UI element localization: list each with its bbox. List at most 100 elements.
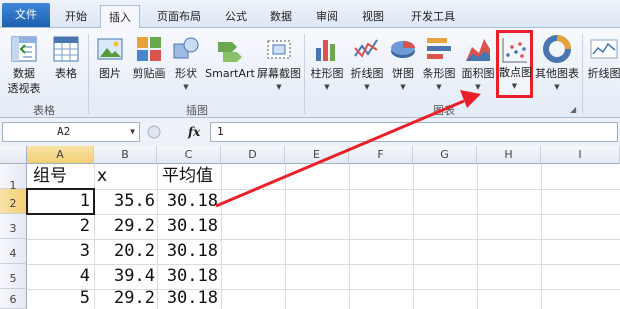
column-chart-icon [316,40,335,61]
area-chart-icon [466,39,490,61]
area-chart-label: 面积图 [461,67,495,80]
scatter-chart-label: 散点图 [499,66,532,79]
bar-chart-icon [427,38,451,59]
column-header-d[interactable]: D [221,146,285,164]
screenshot-button[interactable]: 屏幕截图 ▼ [256,32,302,98]
chevron-down-icon: ▼ [276,83,282,91]
pie-chart-button[interactable]: 饼图 ▼ [388,32,418,98]
grid-line [157,164,158,309]
cell-c2[interactable]: 30.18 [167,189,218,214]
picture-button[interactable]: 图片 [92,32,128,98]
chevron-down-icon: ▼ [475,83,481,91]
group-charts-label: 图表 [433,104,455,117]
tab-data[interactable]: 数据 [262,5,300,28]
bar-chart-label: 条形图 [422,67,456,80]
row-header-6[interactable]: 6 [0,289,27,309]
formula-bar: A2 ▼ fx 1 [0,118,620,146]
cell-a1[interactable]: 组号 [33,164,67,189]
column-header-c[interactable]: C [157,146,221,164]
tab-home[interactable]: 开始 [56,5,96,28]
row-header-2[interactable]: 2 [0,189,27,214]
other-charts-label: 其他图表 [535,67,579,80]
chevron-down-icon: ▼ [364,83,370,91]
cell-c6[interactable]: 30.18 [167,286,218,309]
column-header-h[interactable]: H [477,146,541,164]
cell-a4[interactable]: 3 [80,239,90,264]
column-chart-label: 柱形图 [310,67,344,80]
picture-label: 图片 [99,67,121,80]
tab-file[interactable]: 文件 [2,3,50,27]
name-box[interactable]: A2 ▼ [2,122,140,142]
cell-b6[interactable]: 29.2 [114,286,155,309]
pivot-table-button[interactable]: 数据 透视表 [4,32,44,98]
pivot-table-label: 数据 [13,67,35,80]
cell-b2[interactable]: 35.6 [114,189,155,214]
bar-chart-button[interactable]: 条形图 ▼ [420,32,458,98]
table-icon [53,36,79,62]
cell-a6[interactable]: 5 [80,286,90,309]
other-charts-button[interactable]: 其他图表 ▼ [534,32,580,98]
area-chart-button[interactable]: 面积图 ▼ [460,32,496,98]
group-separator [304,34,305,114]
ribbon-tab-bar: 文件 开始 插入 页面布局 公式 数据 审阅 视图 开发工具 [0,0,620,29]
formula-bar-handle-icon[interactable] [146,124,162,140]
chevron-down-icon[interactable]: ▼ [130,123,135,141]
tab-formulas[interactable]: 公式 [218,5,254,28]
row-header-4[interactable]: 4 [0,239,27,264]
tab-view[interactable]: 视图 [354,5,392,28]
tab-insert[interactable]: 插入 [100,5,140,29]
grid-line [477,164,478,309]
column-header-a[interactable]: A [27,146,94,164]
scatter-chart-button[interactable]: 散点图 ▼ [496,30,533,98]
table-button[interactable]: 表格 [48,32,84,98]
row-header-3[interactable]: 3 [0,214,27,239]
column-header-f[interactable]: F [349,146,413,164]
grid-line [285,164,286,309]
select-all-corner[interactable] [0,146,27,164]
cell-b1[interactable]: x [97,164,107,189]
chevron-down-icon: ▼ [400,83,406,91]
group-tables-label: 表格 [33,104,55,117]
column-header-i[interactable]: I [541,146,620,164]
row-header-1[interactable]: 1 [0,164,27,192]
chevron-down-icon: ▼ [324,83,330,91]
insert-function-button[interactable]: fx [188,122,200,142]
cell-b4[interactable]: 20.2 [114,239,155,264]
pivot-table-label-2: 透视表 [7,82,41,95]
shapes-icon [173,37,199,59]
grid-line [413,164,414,309]
sparkline-line-button[interactable]: 折线图 [586,32,620,98]
screenshot-icon [267,40,291,59]
column-header-b[interactable]: B [94,146,157,164]
shapes-button[interactable]: 形状 ▼ [170,32,202,98]
dialog-launcher-icon[interactable]: ◢ [570,105,576,114]
chevron-down-icon: ▼ [554,83,560,91]
pie-chart-icon [391,41,415,58]
chevron-down-icon: ▼ [436,83,442,91]
column-header-g[interactable]: G [413,146,477,164]
cell-a3[interactable]: 2 [80,214,90,239]
tab-review[interactable]: 审阅 [308,5,346,28]
cell-b3[interactable]: 29.2 [114,214,155,239]
tab-developer[interactable]: 开发工具 [402,5,464,28]
formula-buttons: fx [146,122,210,142]
group-separator [88,34,89,114]
cell-c4[interactable]: 30.18 [167,239,218,264]
column-chart-button[interactable]: 柱形图 ▼ [308,32,346,98]
grid-line [541,164,542,309]
scatter-chart-icon [502,38,527,63]
other-charts-icon [543,35,571,63]
cell-c1[interactable]: 平均值 [162,164,213,189]
formula-input[interactable]: 1 [210,122,618,142]
active-cell-cursor [26,188,95,215]
worksheet-grid: A B C D E F G H I 1 2 3 4 5 6 组号 x 平均值 1… [0,146,620,309]
line-chart-icon [354,39,378,58]
line-chart-button[interactable]: 折线图 ▼ [348,32,386,98]
name-box-value: A2 [57,125,71,138]
column-header-e[interactable]: E [285,146,349,164]
row-header-5[interactable]: 5 [0,264,27,289]
smartart-button[interactable]: SmartArt [204,32,256,98]
cell-c3[interactable]: 30.18 [167,214,218,239]
clip-art-button[interactable]: 剪贴画 [130,32,168,98]
tab-page-layout[interactable]: 页面布局 [148,5,210,28]
